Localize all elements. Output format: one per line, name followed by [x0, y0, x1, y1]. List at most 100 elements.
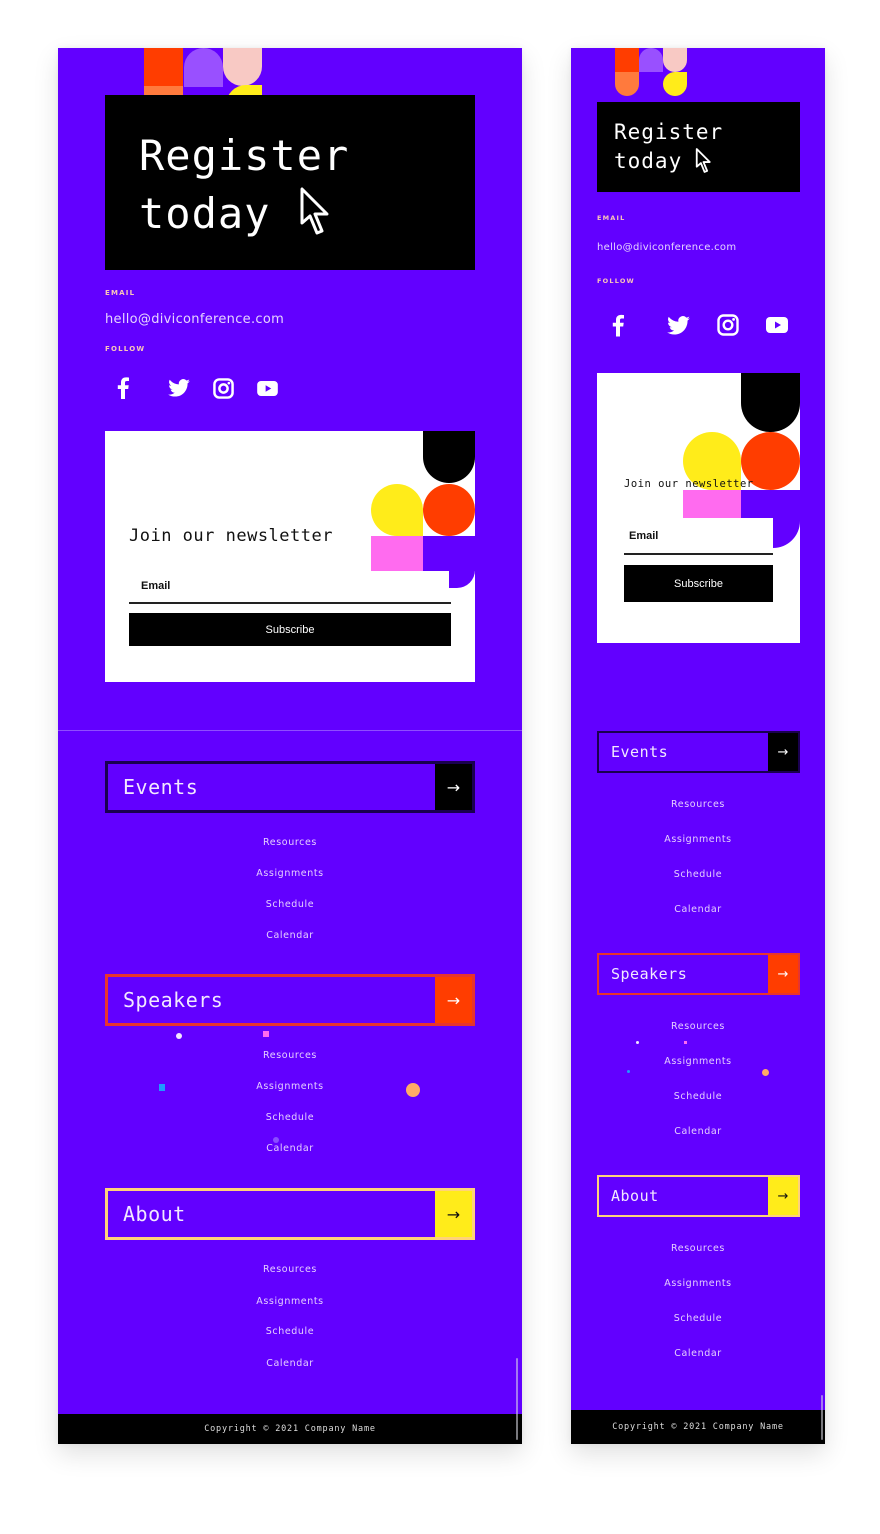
nav-events-label: Events — [611, 743, 669, 761]
decor-black-arch — [741, 373, 800, 432]
decor-purple-quote — [741, 490, 800, 518]
about-link-schedule[interactable]: Schedule — [571, 1313, 825, 1324]
twitter-icon — [168, 379, 190, 397]
newsletter-card: Join our newsletter Subscribe — [105, 431, 475, 682]
email-link[interactable]: hello@diviconference.com — [105, 312, 284, 327]
decor-purple-tail — [449, 570, 475, 588]
instagram-link[interactable] — [703, 310, 752, 340]
register-title-line2: today — [614, 149, 683, 173]
nav-speakers-arrow[interactable]: → — [435, 977, 472, 1023]
nav-speakers-label: Speakers — [123, 988, 224, 1012]
decor-pink-pill — [223, 48, 262, 86]
events-link-resources[interactable]: Resources — [58, 837, 522, 848]
nav-events-arrow[interactable]: → — [435, 764, 472, 810]
decor-purple-arch — [184, 48, 223, 87]
subscribe-button[interactable]: Subscribe — [129, 613, 451, 646]
email-link[interactable]: hello@diviconference.com — [597, 242, 736, 253]
arrow-right-icon: → — [777, 1188, 789, 1204]
youtube-link[interactable] — [245, 374, 289, 402]
facebook-icon — [612, 314, 624, 336]
newsletter-title: Join our newsletter — [624, 478, 754, 490]
decor-orange-pill — [615, 72, 639, 96]
nav-events-button[interactable]: Events → — [105, 761, 475, 813]
arrow-right-icon: → — [446, 990, 461, 1010]
about-link-assignments[interactable]: Assignments — [571, 1278, 825, 1289]
copyright-text: Copyright © 2021 Company Name — [612, 1422, 784, 1432]
about-link-resources[interactable]: Resources — [58, 1264, 522, 1275]
speakers-link-resources[interactable]: Resources — [571, 1021, 825, 1032]
decor-dot-pink — [263, 1031, 269, 1037]
subscribe-button[interactable]: Subscribe — [624, 565, 773, 602]
about-link-calendar[interactable]: Calendar — [58, 1358, 522, 1369]
nav-events-arrow[interactable]: → — [768, 733, 798, 771]
follow-label: FOLLOW — [105, 345, 146, 353]
speakers-link-assignments[interactable]: Assignments — [58, 1081, 522, 1092]
scrollbar-thumb[interactable] — [821, 1395, 823, 1440]
scrollbar-thumb[interactable] — [516, 1358, 518, 1440]
nav-events-button[interactable]: Events → — [597, 731, 800, 773]
events-link-schedule[interactable]: Schedule — [571, 869, 825, 880]
decor-black-arch — [423, 431, 475, 483]
decor-red-rect — [144, 48, 183, 88]
nav-about-label: About — [611, 1187, 659, 1205]
about-link-calendar[interactable]: Calendar — [571, 1348, 825, 1359]
decor-pink-rect — [683, 490, 741, 518]
desktop-footer-preview: Register today EMAIL hello@diviconferenc… — [58, 48, 522, 1444]
decor-dot-white — [176, 1033, 182, 1039]
register-banner[interactable]: Register today — [597, 102, 800, 192]
arrow-right-icon: → — [777, 966, 789, 982]
nav-speakers-button[interactable]: Speakers → — [105, 974, 475, 1026]
events-link-calendar[interactable]: Calendar — [571, 904, 825, 915]
events-link-schedule[interactable]: Schedule — [58, 899, 522, 910]
decor-pink-pill — [663, 48, 687, 72]
facebook-link[interactable] — [605, 310, 654, 340]
instagram-icon — [212, 377, 234, 399]
twitter-link[interactable] — [654, 310, 703, 340]
events-link-resources[interactable]: Resources — [571, 799, 825, 810]
copyright-text: Copyright © 2021 Company Name — [204, 1424, 376, 1434]
speakers-link-schedule[interactable]: Schedule — [571, 1091, 825, 1102]
decor-purple-quote — [423, 536, 475, 571]
events-link-assignments[interactable]: Assignments — [571, 834, 825, 845]
nav-events-label: Events — [123, 775, 199, 799]
speakers-link-calendar[interactable]: Calendar — [58, 1143, 522, 1154]
speakers-link-calendar[interactable]: Calendar — [571, 1126, 825, 1137]
newsletter-email-input[interactable] — [129, 569, 451, 604]
nav-speakers-button[interactable]: Speakers → — [597, 953, 800, 995]
youtube-link[interactable] — [752, 310, 801, 340]
events-link-assignments[interactable]: Assignments — [58, 868, 522, 879]
nav-about-arrow[interactable]: → — [435, 1191, 472, 1237]
register-title-line1: Register — [614, 120, 724, 144]
cursor-icon — [695, 148, 711, 173]
nav-about-arrow[interactable]: → — [768, 1177, 798, 1215]
nav-about-button[interactable]: About → — [597, 1175, 800, 1217]
register-title-line2: today — [139, 189, 271, 238]
speakers-link-schedule[interactable]: Schedule — [58, 1112, 522, 1123]
arrow-right-icon: → — [446, 1204, 461, 1224]
youtube-icon — [765, 317, 788, 333]
nav-speakers-label: Speakers — [611, 965, 688, 983]
decor-red-circle — [423, 484, 475, 536]
newsletter-title: Join our newsletter — [129, 526, 333, 546]
register-title-line1: Register — [139, 131, 350, 180]
youtube-icon — [256, 380, 278, 396]
nav-about-button[interactable]: About → — [105, 1188, 475, 1240]
decor-yellow-circle — [371, 484, 423, 536]
social-links — [113, 374, 289, 402]
speakers-link-resources[interactable]: Resources — [58, 1050, 522, 1061]
speakers-link-assignments[interactable]: Assignments — [571, 1056, 825, 1067]
instagram-icon — [716, 314, 739, 336]
about-link-schedule[interactable]: Schedule — [58, 1326, 522, 1337]
decor-purple-tail — [773, 517, 800, 548]
facebook-link[interactable] — [113, 374, 157, 402]
register-banner[interactable]: Register today — [105, 95, 475, 270]
about-link-resources[interactable]: Resources — [571, 1243, 825, 1254]
twitter-link[interactable] — [157, 374, 201, 402]
footer-bar: Copyright © 2021 Company Name — [571, 1410, 825, 1444]
about-link-assignments[interactable]: Assignments — [58, 1296, 522, 1307]
instagram-link[interactable] — [201, 374, 245, 402]
nav-speakers-arrow[interactable]: → — [768, 955, 798, 993]
events-link-calendar[interactable]: Calendar — [58, 930, 522, 941]
mobile-footer-preview: Register today EMAIL hello@diviconferenc… — [571, 48, 825, 1444]
newsletter-email-input[interactable] — [624, 518, 773, 555]
